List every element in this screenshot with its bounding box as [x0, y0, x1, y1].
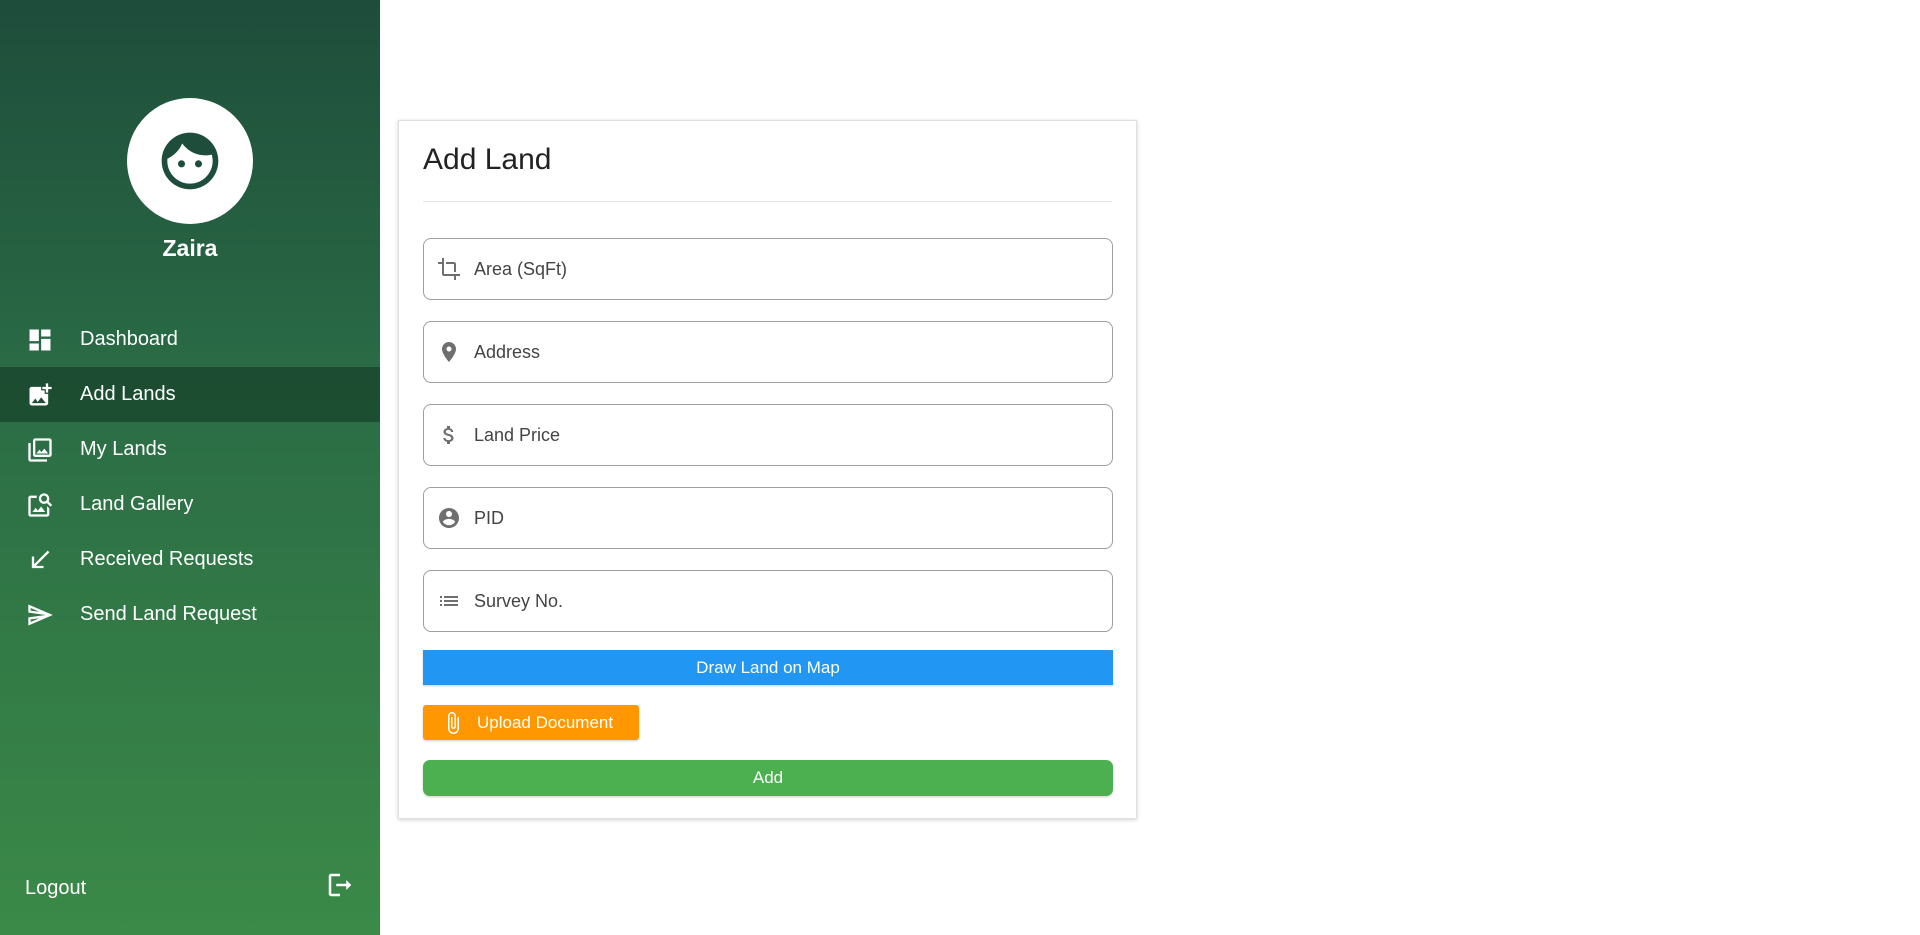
arrow-down-left-icon — [26, 546, 54, 574]
sidebar: Zaira Dashboard Add Lands My Lands Land … — [0, 0, 380, 935]
survey-no-input[interactable] — [474, 571, 1112, 631]
paperclip-icon — [448, 711, 459, 734]
address-field[interactable] — [423, 321, 1113, 383]
logout-icon — [325, 870, 355, 906]
sidebar-item-label: Add Lands — [80, 383, 176, 405]
upload-document-label: Upload Document — [477, 712, 614, 732]
sidebar-item-my-lands[interactable]: My Lands — [0, 422, 380, 477]
pid-field[interactable] — [423, 487, 1113, 549]
sidebar-item-received-requests[interactable]: Received Requests — [0, 532, 380, 587]
sidebar-nav: Dashboard Add Lands My Lands Land Galler… — [0, 312, 380, 642]
account-circle-icon — [436, 505, 462, 531]
send-icon — [26, 601, 54, 629]
dashboard-icon — [26, 326, 54, 354]
sidebar-item-label: Send Land Request — [80, 603, 257, 625]
sidebar-item-label: Dashboard — [80, 328, 178, 350]
user-name: Zaira — [162, 235, 218, 261]
add-photo-icon — [26, 381, 54, 409]
ruler-angle-icon — [436, 256, 462, 282]
address-input[interactable] — [474, 322, 1112, 382]
survey-no-field[interactable] — [423, 570, 1113, 632]
face-icon — [161, 132, 219, 190]
avatar[interactable] — [127, 98, 253, 224]
title-divider — [423, 201, 1112, 202]
sidebar-item-label: Received Requests — [80, 548, 254, 570]
add-land-card: Add Land Draw Land on Map Upload Doc — [398, 120, 1137, 819]
draw-land-on-map-button[interactable]: Draw Land on Map — [423, 650, 1113, 685]
add-button[interactable]: Add — [423, 760, 1113, 796]
sidebar-item-send-land-request[interactable]: Send Land Request — [0, 587, 380, 642]
list-icon — [436, 588, 462, 614]
sidebar-item-label: My Lands — [80, 438, 167, 460]
pid-input[interactable] — [474, 488, 1112, 548]
sidebar-item-land-gallery[interactable]: Land Gallery — [0, 477, 380, 532]
logout-button[interactable]: Logout — [25, 868, 355, 908]
sidebar-item-label: Land Gallery — [80, 493, 194, 515]
photo-library-icon — [26, 436, 54, 464]
area-input[interactable] — [474, 239, 1112, 299]
logout-label: Logout — [25, 876, 87, 899]
sidebar-item-add-lands[interactable]: Add Lands — [0, 367, 380, 422]
area-field[interactable] — [423, 238, 1113, 300]
image-search-icon — [26, 491, 54, 519]
location-pin-icon — [436, 339, 462, 365]
land-price-field[interactable] — [423, 404, 1113, 466]
page-title: Add Land — [423, 143, 552, 176]
dollar-icon — [436, 422, 462, 448]
land-price-input[interactable] — [474, 405, 1112, 465]
sidebar-item-dashboard[interactable]: Dashboard — [0, 312, 380, 367]
upload-document-button[interactable]: Upload Document — [423, 705, 639, 740]
